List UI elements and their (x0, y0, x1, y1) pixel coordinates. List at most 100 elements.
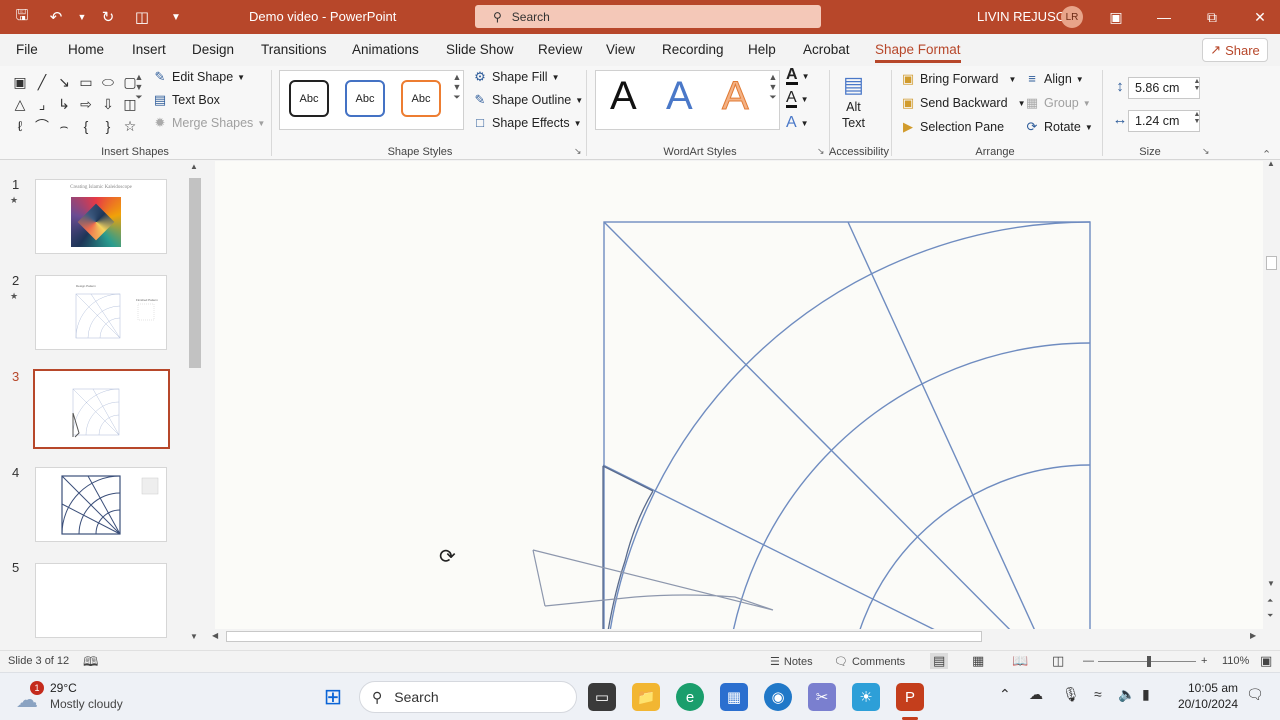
redo-icon[interactable]: ↻ (94, 5, 122, 29)
spin-down-icon[interactable]: ▼ (1194, 118, 1201, 125)
snipping-tool-icon[interactable]: ✂ (808, 683, 836, 711)
zoom-slider-thumb[interactable] (1147, 656, 1151, 667)
file-explorer-icon[interactable]: 📁 (632, 683, 660, 711)
wifi-icon[interactable]: ≈ (1094, 686, 1102, 702)
spin-down-icon[interactable]: ▼ (1194, 85, 1201, 92)
zoom-slider[interactable] (1098, 656, 1196, 667)
tab-animations[interactable]: Animations (352, 42, 419, 57)
curve-shape-icon[interactable]: ⌢ (54, 116, 74, 136)
merge-shapes-button[interactable]: ✹ Merge Shapes ▼ (152, 116, 266, 131)
alt-text-button[interactable]: ▤ Alt Text (842, 72, 865, 130)
dialog-launcher-icon[interactable]: ↘ (817, 146, 825, 157)
edge-browser-icon[interactable]: e (676, 683, 704, 711)
tab-insert[interactable]: Insert (132, 42, 166, 57)
align-button[interactable]: ≡ Align ▼ (1024, 72, 1084, 87)
scroll-down-icon[interactable]: ▼ (1267, 579, 1275, 588)
wordart-style-blue[interactable]: A (666, 74, 693, 119)
down-arrow-shape-icon[interactable]: ⇩ (98, 94, 118, 114)
ribbon-display-icon[interactable]: ▣ (1100, 4, 1132, 30)
taskbar-search[interactable]: ⚲ Search (359, 681, 577, 713)
tab-design[interactable]: Design (192, 42, 234, 57)
scroll-up-icon[interactable]: ▲ (1267, 159, 1275, 168)
tab-slide-show[interactable]: Slide Show (446, 42, 514, 57)
normal-view-icon[interactable]: ▤ (930, 653, 949, 669)
scroll-up-icon[interactable]: ▲ (135, 72, 144, 82)
user-name[interactable]: LIVIN REJUSO (977, 9, 1066, 24)
undo-icon[interactable]: ↶ (42, 5, 70, 29)
shape-style-black[interactable]: Abc (289, 80, 329, 117)
bring-forward-button[interactable]: ▣ Bring Forward ▼ (900, 72, 1017, 87)
slide-vertical-scrollbar[interactable]: ▲ ▼ ⏶ ⏷ (1263, 159, 1280, 629)
present-from-start-icon[interactable]: ◫ (128, 5, 156, 29)
task-view-icon[interactable]: ▭ (588, 683, 616, 711)
previous-slide-icon[interactable]: ⏶ (1267, 596, 1273, 606)
shapes-gallery[interactable]: ▣ ╱ ↘ ▭ ⬭ ▢ △ ⌟ ↳ ⇨ ⇩ ◫ ℓ ⌒ ⌢ { } ☆ (10, 72, 136, 136)
wordart-gallery-scroll[interactable]: ▲ ▼ ⏷ (766, 72, 780, 130)
zoom-in-icon[interactable]: + (1201, 655, 1207, 667)
text-fill-button[interactable]: A ▼ (786, 67, 809, 85)
text-outline-button[interactable]: A ▼ (786, 90, 809, 108)
arrow-line-shape-icon[interactable]: ↘ (54, 72, 74, 92)
tab-home[interactable]: Home (68, 42, 104, 57)
slide-thumbnail-1[interactable]: Creating Islamic Kaleidoscope (35, 179, 167, 254)
slide-thumbnail-5[interactable] (35, 563, 167, 638)
minimize-icon[interactable]: — (1148, 4, 1180, 30)
clock-date[interactable]: 20/10/2024 (1172, 697, 1238, 711)
send-backward-button[interactable]: ▣ Send Backward ▼ (900, 96, 1026, 111)
wordart-style-black[interactable]: A (610, 74, 637, 119)
right-brace-shape-icon[interactable]: } (98, 116, 118, 136)
microsoft-store-icon[interactable]: ▦ (720, 683, 748, 711)
microphone-icon[interactable]: 🎙 (1062, 686, 1080, 703)
tab-shape-format[interactable]: Shape Format (875, 42, 961, 63)
reading-view-icon[interactable]: 📖 (1012, 653, 1028, 669)
photos-app-icon[interactable]: ☀ (852, 683, 880, 711)
left-brace-shape-icon[interactable]: { (76, 116, 96, 136)
spin-up-icon[interactable]: ▲ (1194, 78, 1201, 85)
close-icon[interactable]: ✕ (1244, 4, 1276, 30)
slide-horizontal-scrollbar[interactable]: ◀ ▶ (207, 629, 1263, 645)
height-spinner[interactable]: ▲ ▼ (1190, 78, 1204, 98)
thumbnail-scrollbar[interactable]: ▲ ▼ (187, 162, 203, 650)
windows-start-icon[interactable]: ⊞ (319, 683, 347, 711)
rectangle-shape-icon[interactable]: ▭ (76, 72, 96, 92)
share-button[interactable]: ↗ Share (1202, 38, 1268, 62)
zoom-out-icon[interactable]: — (1083, 655, 1094, 667)
slide-thumbnail-3[interactable] (33, 369, 170, 449)
right-arrow-shape-icon[interactable]: ⇨ (76, 94, 96, 114)
comments-button[interactable]: 🗨 Comments (834, 655, 905, 669)
scrollbar-thumb[interactable] (189, 178, 201, 368)
tab-transitions[interactable]: Transitions (261, 42, 327, 57)
connector-shape-icon[interactable]: ⌟ (32, 94, 52, 114)
volume-icon[interactable]: 🔈 (1118, 686, 1135, 703)
slide-thumbnail-4[interactable] (35, 467, 167, 542)
spin-up-icon[interactable]: ▲ (1194, 111, 1201, 118)
tab-help[interactable]: Help (748, 42, 776, 57)
scrollbar-thumb[interactable] (1266, 256, 1277, 270)
onedrive-icon[interactable]: ☁ (1029, 686, 1043, 703)
expand-gallery-icon[interactable]: ⏷ (135, 92, 142, 103)
tab-file[interactable]: File (16, 42, 38, 57)
scroll-right-icon[interactable]: ▶ (1250, 631, 1256, 640)
scroll-left-icon[interactable]: ◀ (212, 631, 218, 640)
slide-sorter-view-icon[interactable]: ▦ (972, 653, 984, 669)
shape-styles-gallery-scroll[interactable]: ▲ ▼ ⏷ (450, 72, 464, 130)
scroll-down-icon[interactable]: ▼ (135, 82, 144, 92)
expand-gallery-icon[interactable]: ⏷ (769, 92, 776, 103)
slide-canvas[interactable]: ⟳ (215, 161, 1265, 629)
scroll-down-icon[interactable]: ▼ (453, 82, 462, 92)
show-hidden-icons-icon[interactable]: ⌃ (999, 686, 1011, 703)
save-icon[interactable]: 🖫 (8, 5, 36, 29)
slide-thumbnail-2[interactable]: Design Pattern Finished Pattern (35, 275, 167, 350)
group-button[interactable]: ▦ Group ▼ (1024, 96, 1091, 111)
camera-app-icon[interactable]: ◉ (764, 683, 792, 711)
fit-to-window-icon[interactable]: ▣ (1260, 653, 1272, 669)
freeform-shape-icon[interactable]: ℓ (10, 116, 30, 136)
elbow-arrow-shape-icon[interactable]: ↳ (54, 94, 74, 114)
scroll-up-icon[interactable]: ▲ (453, 72, 462, 82)
zoom-level[interactable]: 110% (1222, 655, 1249, 667)
text-effects-button[interactable]: A ▼ (786, 114, 809, 132)
clock-time[interactable]: 10:05 am (1186, 681, 1238, 695)
shapes-gallery-scroll[interactable]: ▲ ▼ ⏷ (132, 72, 146, 134)
expand-gallery-icon[interactable]: ⏷ (453, 92, 460, 103)
notifications-icon[interactable]: 🗨 (1246, 686, 1264, 703)
